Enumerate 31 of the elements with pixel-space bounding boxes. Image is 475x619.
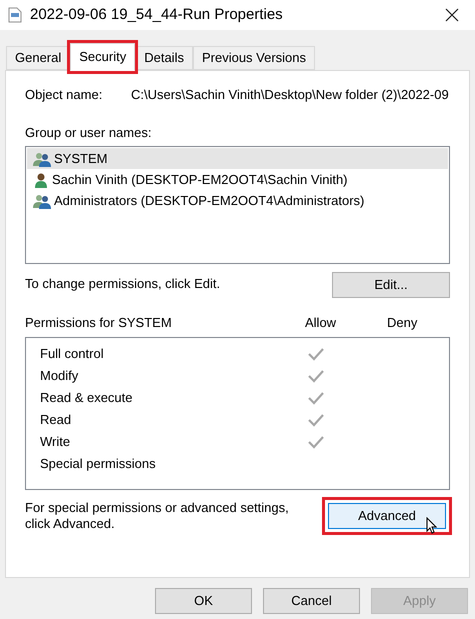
column-header: Deny <box>387 314 418 332</box>
permission-name: Write <box>40 432 72 451</box>
section-label: Permissions for SYSTEM <box>25 314 173 332</box>
dialog-button[interactable]: OK <box>155 588 252 614</box>
permission-name: Read & execute <box>40 388 134 407</box>
people-icon <box>33 192 51 208</box>
list-item[interactable]: SYSTEM <box>27 148 448 169</box>
edit-button[interactable]: Edit... <box>332 272 450 298</box>
list-item[interactable]: Sachin Vinith (DESKTOP-EM2OOT4\Sachin Vinith) <box>27 169 448 190</box>
section-label: Group or user names: <box>25 124 152 142</box>
dialog-button[interactable]: Cancel <box>263 588 360 614</box>
hint-text: To change permissions, click Edit. <box>25 275 220 293</box>
advanced-button[interactable]: Advanced <box>328 502 446 528</box>
list-item[interactable]: Administrators (DESKTOP-EM2OOT4\Administrators) <box>27 190 448 211</box>
tab[interactable]: Details <box>135 46 193 70</box>
window-title: 2022-09-06 19_54_44-Run Properties <box>30 4 284 25</box>
permission-name: Modify <box>40 366 80 385</box>
cursor-icon <box>426 516 437 534</box>
file-icon <box>8 7 22 23</box>
close-icon[interactable] <box>445 8 459 22</box>
tab[interactable]: Previous Versions <box>192 46 316 70</box>
column-header: Allow <box>305 314 338 332</box>
permission-name: Special permissions <box>40 454 157 473</box>
permission-name: Full control <box>40 344 105 363</box>
person-icon <box>33 172 49 188</box>
object-path: C:\Users\Sachin Vinith\Desktop\New folder (2)\2022-09 <box>131 86 449 104</box>
people-icon <box>33 150 51 166</box>
tab[interactable]: Security <box>70 43 136 71</box>
hint-text: For special permissions or advanced settings, click Advanced. <box>25 500 290 532</box>
field-label: Object name: <box>25 86 104 104</box>
permission-name: Read <box>40 410 72 429</box>
